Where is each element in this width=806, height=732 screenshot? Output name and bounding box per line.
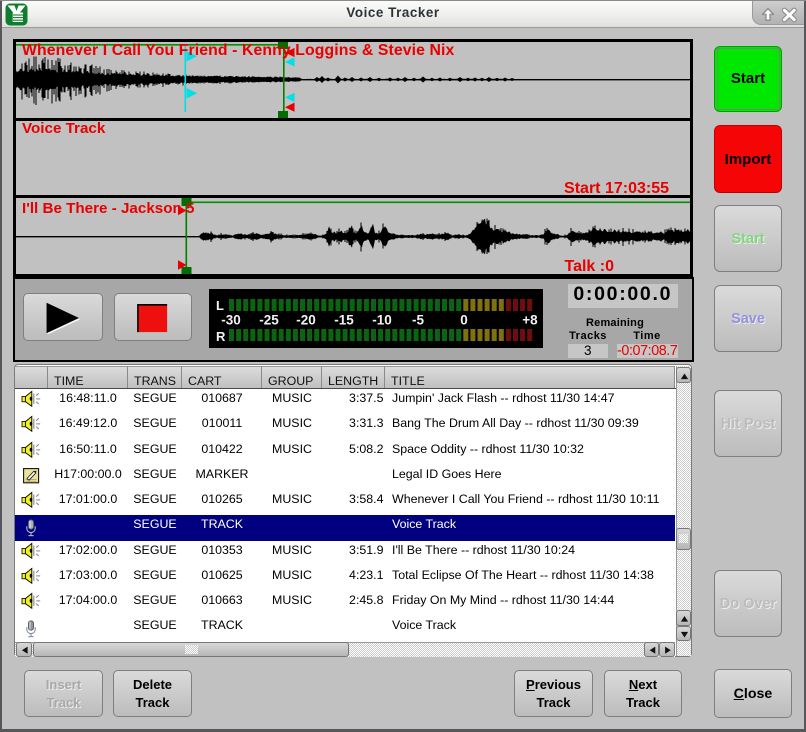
- svg-text:+8: +8: [522, 313, 538, 328]
- svg-text:-25: -25: [259, 313, 279, 328]
- svg-text:-15: -15: [334, 313, 354, 328]
- svg-text:-30: -30: [221, 313, 241, 328]
- svg-text:-20: -20: [296, 313, 316, 328]
- svg-text:R: R: [216, 329, 226, 344]
- svg-text:L: L: [216, 298, 224, 313]
- svg-text:0: 0: [460, 313, 468, 328]
- svg-text:-10: -10: [372, 313, 392, 328]
- svg-text:-5: -5: [412, 313, 424, 328]
